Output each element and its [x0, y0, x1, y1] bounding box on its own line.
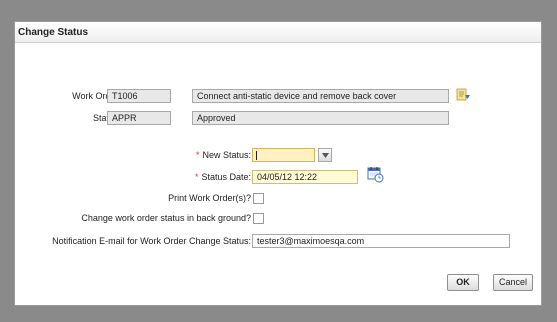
work-order-field[interactable]: T1006: [107, 89, 171, 103]
status-field[interactable]: APPR: [107, 111, 171, 125]
notification-email-label: Notification E-mail for Work Order Chang…: [52, 236, 251, 246]
notification-email-input[interactable]: tester3@maximoesqa.com: [252, 234, 510, 248]
print-work-orders-checkbox[interactable]: [253, 193, 264, 204]
chevron-down-icon: [322, 153, 329, 158]
status-date-input[interactable]: 04/05/12 12:22: [252, 170, 358, 184]
status-date-label: * Status Date:: [195, 171, 251, 183]
ok-button[interactable]: OK: [447, 274, 479, 291]
dialog-title-bar[interactable]: Change Status: [15, 22, 541, 43]
new-status-input[interactable]: [252, 148, 315, 162]
required-marker: *: [195, 150, 200, 160]
change-in-background-checkbox[interactable]: [253, 213, 264, 224]
detail-menu-icon[interactable]: [455, 86, 471, 104]
new-status-label-text: New Status:: [202, 150, 251, 160]
print-work-orders-label: Print Work Order(s)?: [168, 193, 251, 203]
required-marker: *: [194, 172, 199, 182]
status-description-field[interactable]: Approved: [192, 111, 449, 125]
new-status-dropdown-button[interactable]: [318, 148, 332, 162]
change-in-background-label: Change work order status in back ground?: [81, 213, 251, 223]
calendar-icon[interactable]: [366, 165, 384, 185]
change-status-dialog: Change Status Work Order: T1006 Connect …: [14, 21, 542, 306]
new-status-label: * New Status:: [196, 149, 251, 161]
work-order-description-field[interactable]: Connect anti-static device and remove ba…: [192, 89, 449, 103]
cancel-button[interactable]: Cancel: [493, 274, 533, 291]
text-caret: [256, 151, 257, 160]
dialog-title: Change Status: [18, 27, 89, 38]
status-date-label-text: Status Date:: [201, 172, 251, 182]
